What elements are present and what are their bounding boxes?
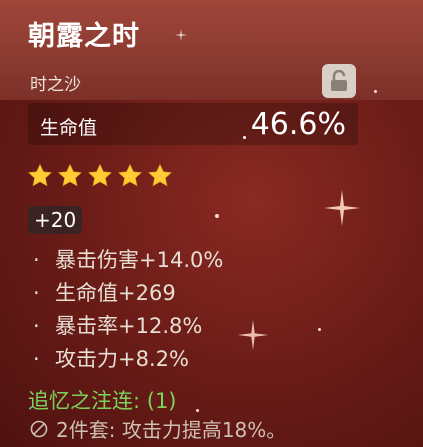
set-effect: 2件套: 攻击力提高18%。	[30, 414, 286, 443]
bullet-dot: ·	[33, 248, 40, 272]
star-icon	[88, 163, 112, 187]
sparkle-decoration	[237, 319, 269, 351]
main-stat-name: 生命值	[40, 117, 98, 139]
rarity-stars	[27, 163, 173, 189]
set-effect-text: 2件套: 攻击力提高18%。	[56, 418, 287, 442]
bullet-dot: ·	[33, 314, 40, 338]
level-badge: +20	[28, 206, 83, 234]
substat-row: · 暴击率+12.8%	[33, 312, 223, 345]
star-icon	[148, 163, 172, 187]
lock-button[interactable]	[322, 64, 356, 98]
substat-row: · 生命值+269	[33, 279, 223, 312]
sparkle-dot	[196, 409, 199, 412]
star-icon	[118, 163, 142, 187]
artifact-slot: 时之沙	[30, 75, 81, 95]
bullet-dot: ·	[33, 281, 40, 305]
substat-text: 攻击力+8.2%	[55, 347, 189, 371]
prohibited-circle-icon	[30, 420, 48, 438]
substat-row: · 暴击伤害+14.0%	[33, 246, 223, 279]
set-name: 追忆之注连: (1)	[28, 389, 177, 413]
substat-list: · 暴击伤害+14.0% · 生命值+269 · 暴击率+12.8% · 攻击力+8.2%	[33, 246, 223, 378]
bullet-dot: ·	[33, 347, 40, 371]
main-stat-value: 46.6%	[250, 107, 346, 142]
substat-text: 生命值+269	[55, 281, 176, 305]
sparkle-dot	[318, 328, 321, 331]
substat-text: 暴击率+12.8%	[55, 314, 203, 338]
star-icon	[28, 163, 52, 187]
sparkle-dot	[215, 214, 219, 218]
main-stat-panel: 生命值 46.6%	[28, 103, 358, 145]
lock-icon	[331, 70, 347, 91]
star-icon	[58, 163, 82, 187]
substat-row: · 攻击力+8.2%	[33, 345, 223, 378]
sparkle-decoration	[324, 190, 360, 226]
artifact-header: 朝露之时 时之沙 生命值 46.6%	[0, 0, 423, 145]
artifact-name: 朝露之时	[28, 21, 140, 52]
substat-text: 暴击伤害+14.0%	[55, 248, 224, 272]
